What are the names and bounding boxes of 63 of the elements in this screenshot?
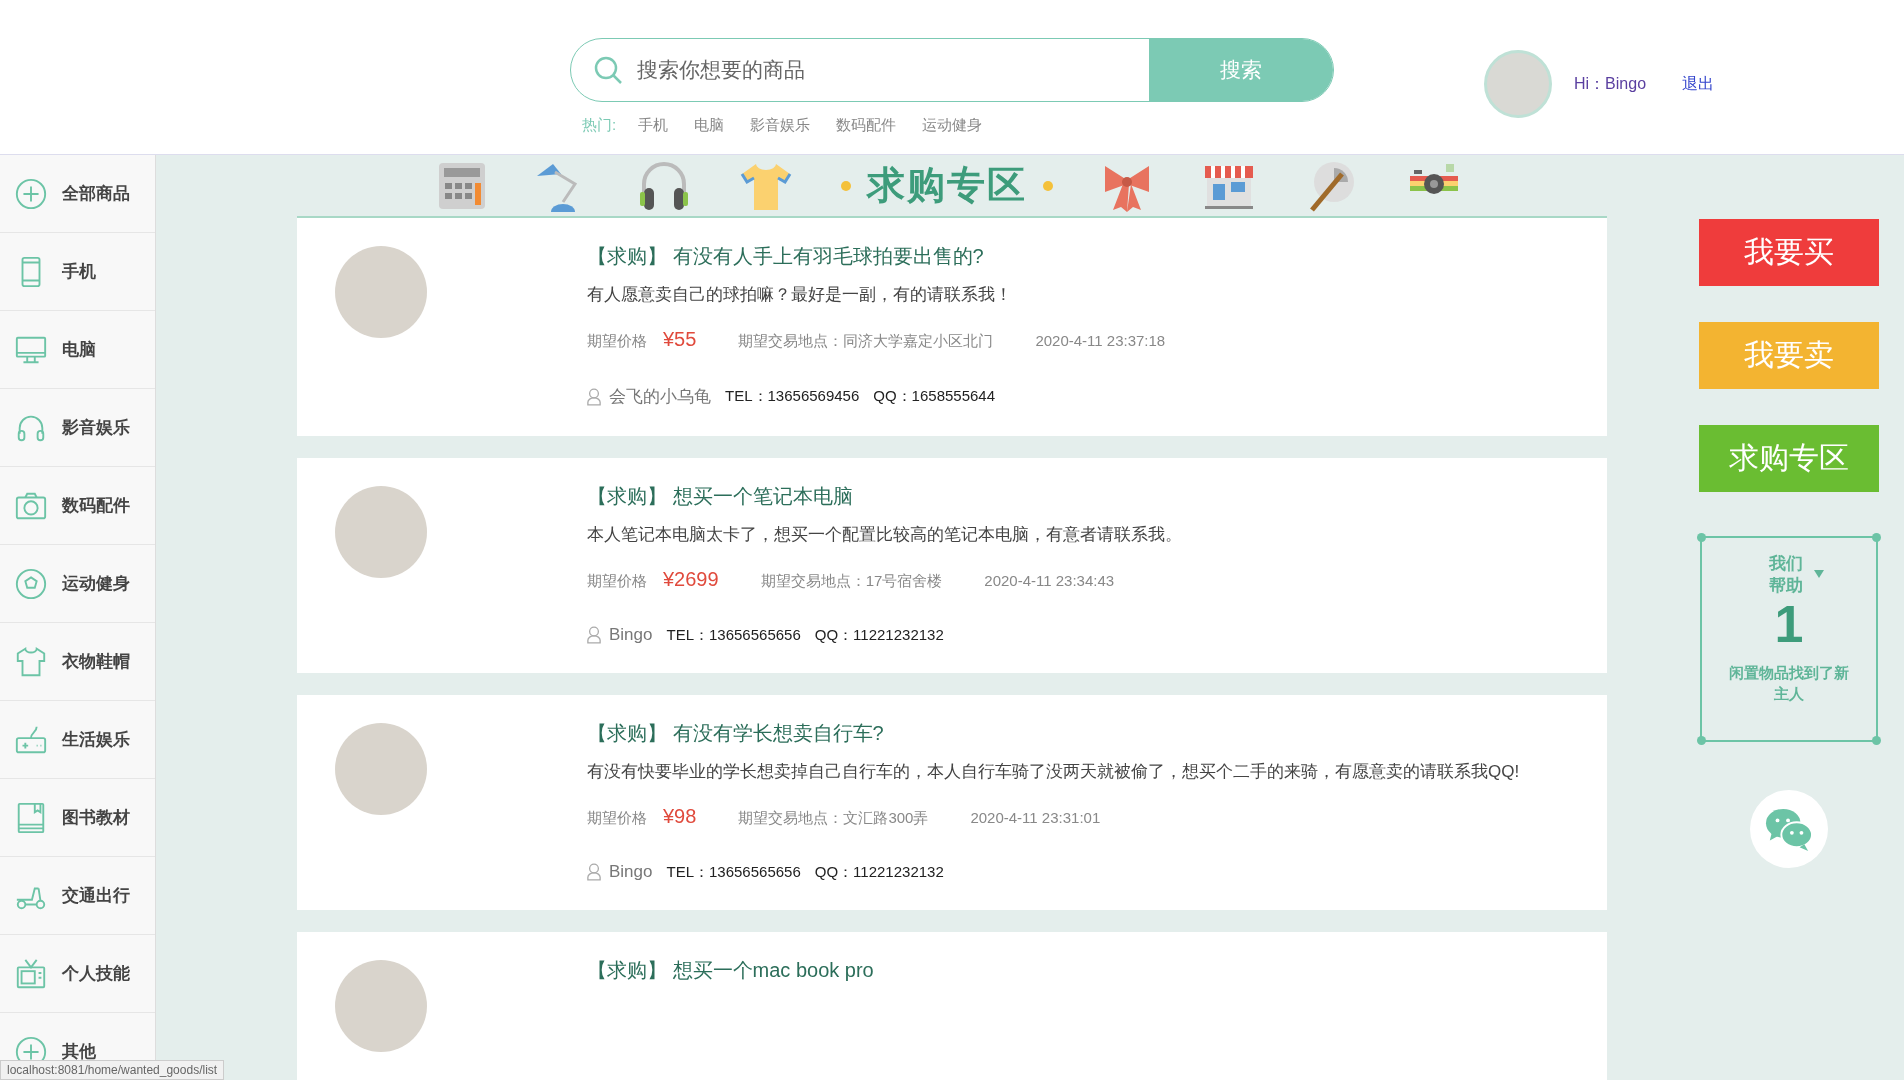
post-description: 有人愿意卖自己的球拍嘛？最好是一副，有的请联系我！ [587,284,1013,306]
post-title[interactable]: 【求购】 有没有人手上有羽毛球拍要出售的? [587,242,1166,270]
hot-link[interactable]: 运动健身 [922,116,983,135]
post-description: 本人笔记本电脑太卡了，想买一个配置比较高的笔记本电脑，有意者请联系我。 [587,524,1182,546]
status-bar-url: localhost:8081/home/wanted_goods/list [0,1060,225,1080]
section-title: 求购专区 [866,161,1027,209]
trade-location: 期望交易地点：文汇路300弄 [738,809,929,828]
qq-number: QQ：11221232132 [814,625,944,645]
qq-number: QQ：1658555644 [873,387,996,406]
plus-icon [14,176,48,211]
dot-icon [1042,180,1053,191]
stats-caption: 闲置物品找到了新主人 [1728,663,1850,706]
stats-number: 1 [1774,596,1804,654]
greeting: Hi：Bingo [1574,73,1647,94]
sidebar-item[interactable]: 影音娱乐 [0,389,155,467]
search-icon [593,55,623,85]
sidebar-item[interactable]: 手机 [0,233,155,311]
user-name: Bingo [609,862,653,882]
hot-link[interactable]: 数码配件 [836,116,897,135]
post-title[interactable]: 【求购】 有没有学长想卖自行车? [587,719,1520,747]
sidebar-item[interactable]: 个人技能 [0,935,155,1013]
post-title[interactable]: 【求购】 想买一个笔记本电脑 [587,482,1182,510]
hot-link[interactable]: 影音娱乐 [750,116,811,135]
sidebar-item[interactable]: 运动健身 [0,545,155,623]
phone-number: TEL：13656565656 [666,625,801,645]
logout-link[interactable]: 退出 [1682,73,1715,95]
phone-number: TEL：13656565656 [666,862,801,882]
sidebar-item[interactable]: 电脑 [0,311,155,389]
price-label: 期望价格 [587,809,647,828]
calculator-icon[interactable] [437,160,487,211]
sidebar-item[interactable]: 全部商品 [0,155,155,233]
dot-icon [840,180,851,191]
price-label: 期望价格 [587,572,647,591]
user-icon [587,863,601,881]
caret-icon [1813,570,1824,579]
trade-location: 期望交易地点：17号宿舍楼 [760,572,943,591]
price: ¥2699 [663,568,719,591]
sidebar-item[interactable]: 衣物鞋帽 [0,623,155,701]
post-time: 2020-4-11 23:37:18 [1035,332,1166,349]
stats-heading: 我们帮助 [1768,552,1804,597]
qq-number: QQ：11221232132 [814,862,944,882]
user-name: Bingo [609,625,653,645]
sidebar-item[interactable]: 交通出行 [0,857,155,935]
post-description: 有没有快要毕业的学长想卖掉自己自行车的，本人自行车骑了没两天就被偷了，想买个二手的来骑，有愿意卖的请联系我QQ! [587,761,1520,783]
user-icon [587,387,601,406]
hot-link[interactable]: 手机 [638,116,669,135]
post-title[interactable]: 【求购】 想买一个mac book pro [587,956,874,984]
action-button[interactable]: 我要买 [1699,219,1879,286]
price: ¥98 [663,805,697,828]
sidebar-item[interactable]: 图书教材 [0,779,155,857]
hot-link[interactable]: 电脑 [694,116,725,135]
post-time: 2020-4-11 23:34:43 [984,572,1115,589]
sidebar-item[interactable]: 生活娱乐 [0,701,155,779]
user-icon [587,626,601,644]
hot-label: 热门: [582,116,617,135]
ball-icon [14,566,48,601]
price-label: 期望价格 [587,332,647,351]
post-time: 2020-4-11 23:31:01 [970,809,1101,826]
user-name: 会飞的小乌龟 [609,386,711,408]
phone-number: TEL：13656569456 [725,387,860,406]
trade-location: 期望交易地点：同济大学嘉定小区北门 [738,332,994,351]
price: ¥55 [663,328,697,351]
sidebar-item[interactable]: 数码配件 [0,467,155,545]
